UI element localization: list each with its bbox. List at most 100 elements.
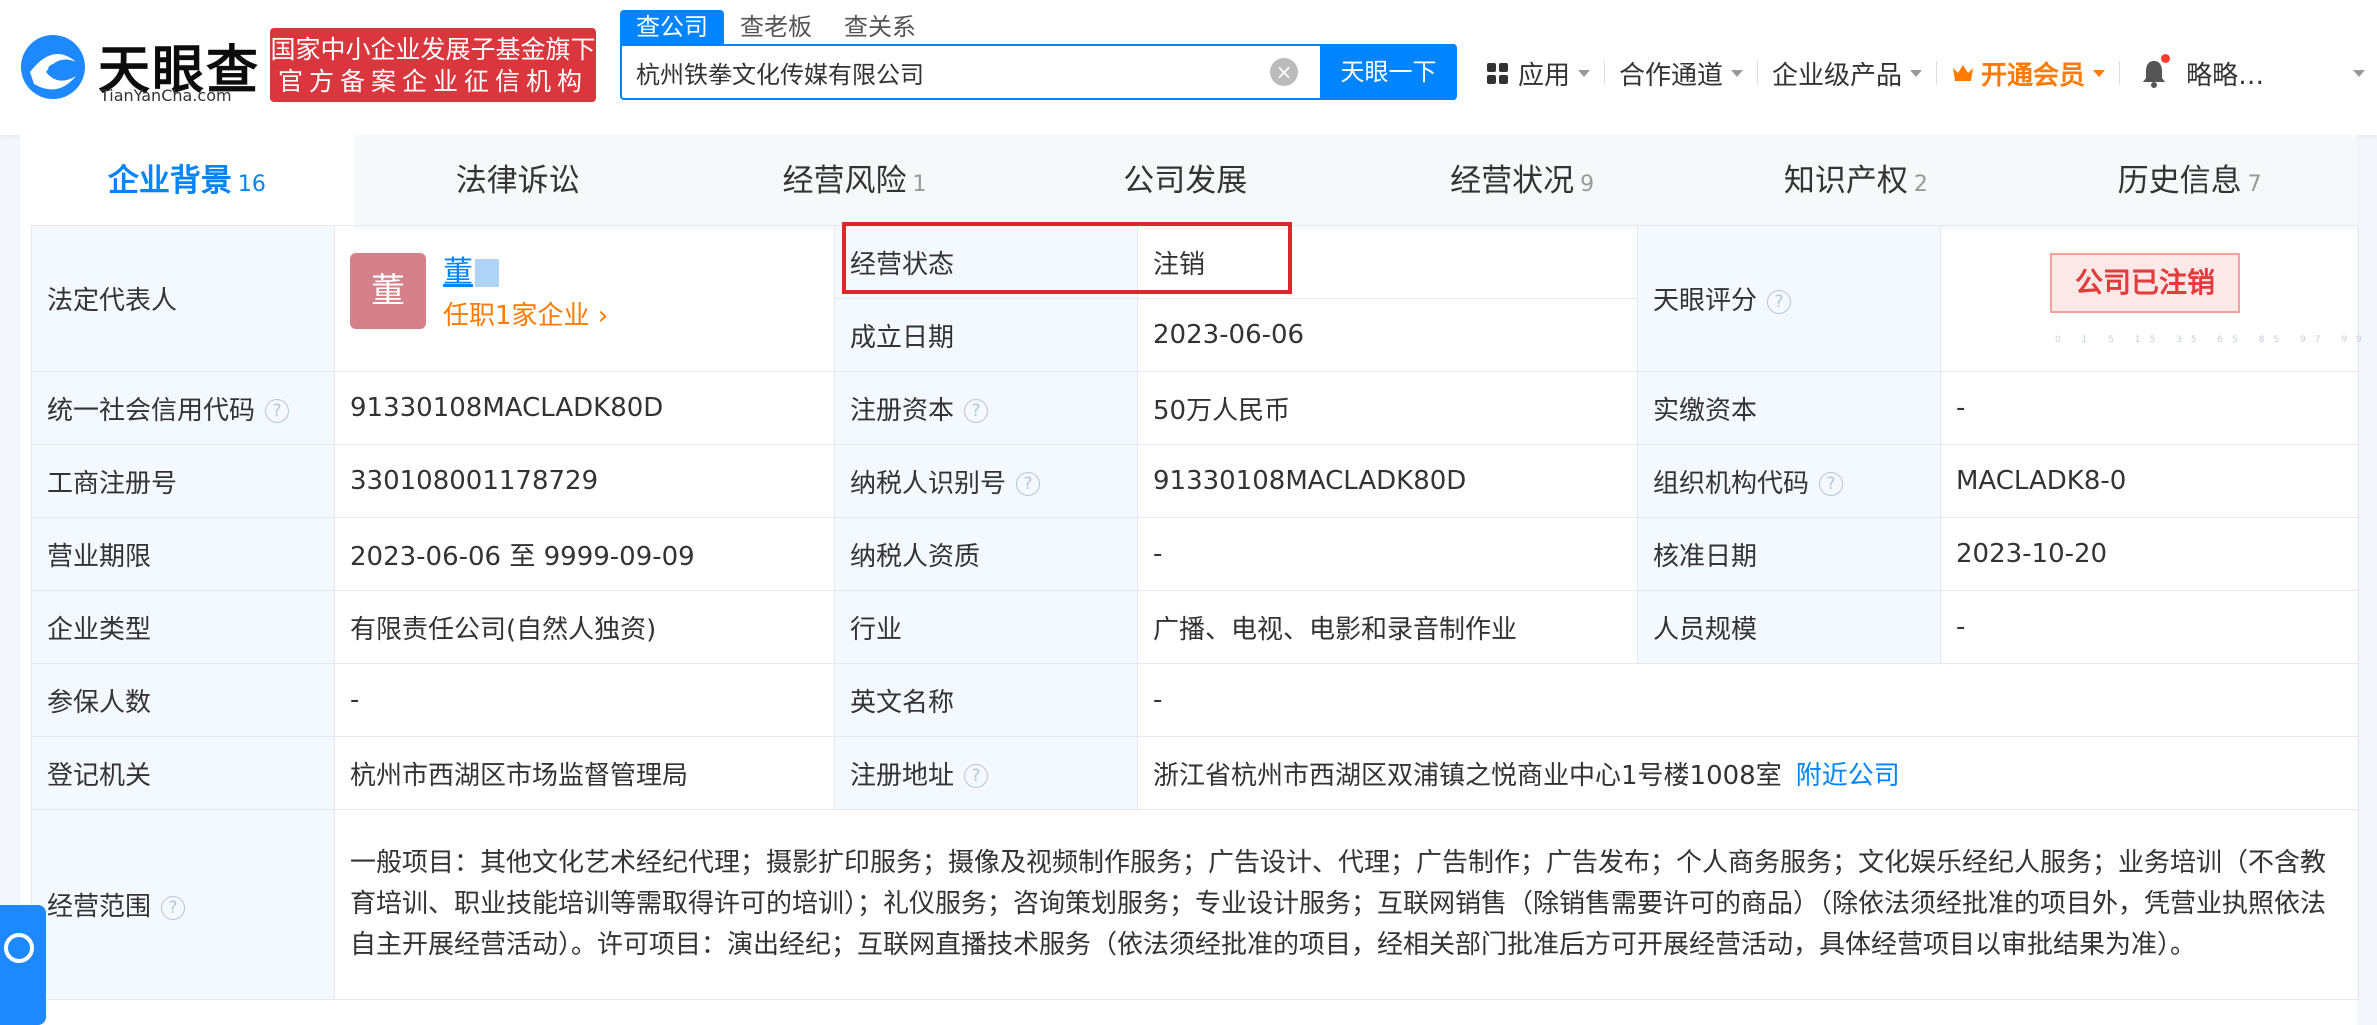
score-axis-labels: 0 1 5 15 35 65 85 97 99 100 <box>2055 335 2377 345</box>
industry-label: 行业 <box>834 590 1138 664</box>
legal-rep-cell: 董 董 任职1家企业 › <box>334 225 835 372</box>
help-icon[interactable]: ? <box>964 399 989 423</box>
nav-vip[interactable]: 开通会员 <box>1951 55 2106 92</box>
status-stamp: 公司已注销 <box>2050 253 2240 313</box>
tab-search-boss[interactable]: 查老板 <box>724 10 828 44</box>
legal-rep-job-link[interactable]: 任职1家企业 › <box>443 295 608 332</box>
section-tabs: 企业背景 16 法律诉讼 经营风险 1 公司发展 经营状况 9 知识产权 2 历史信息 7 <box>20 135 2357 229</box>
tab-risk[interactable]: 经营风险 1 <box>688 135 1022 229</box>
taxpayer-qual-value: - <box>1137 517 1638 591</box>
staff-label: 人员规模 <box>1637 590 1941 664</box>
table-row: 参保人数 - 英文名称 - <box>31 663 2359 737</box>
scope-label: 经营范围? <box>31 809 335 1000</box>
tab-count: 7 <box>2247 172 2262 197</box>
founded-label: 成立日期 <box>834 298 1138 372</box>
term-label: 营业期限 <box>31 517 335 591</box>
en-name-value: - <box>1137 663 2359 737</box>
search-button[interactable]: 天眼一下 <box>1320 44 1457 100</box>
grid-icon <box>1487 62 1508 84</box>
legal-rep-name[interactable]: 董 <box>443 247 499 291</box>
help-icon[interactable]: ? <box>161 895 186 920</box>
legal-rep-label: 法定代表人 <box>31 225 335 372</box>
address-value: 浙江省杭州市西湖区双浦镇之悦商业中心1号楼1008室 附近公司 <box>1137 736 2359 810</box>
type-value: 有限责任公司(自然人独资) <box>334 590 835 664</box>
help-icon[interactable]: ? <box>1016 472 1041 496</box>
biz-reg-label: 工商注册号 <box>31 444 335 518</box>
certification-badge: 国家中小企业发展子基金旗下 官方备案企业征信机构 <box>270 28 596 102</box>
scope-value: 一般项目：其他文化艺术经纪代理；摄影扩印服务；摄像及视频制作服务；广告设计、代理… <box>334 809 2359 1000</box>
divider <box>1757 61 1759 85</box>
taxpayer-id-value: 91330108MACLADK80D <box>1137 444 1638 518</box>
tab-search-relation[interactable]: 查关系 <box>828 10 932 44</box>
en-name-label: 英文名称 <box>834 663 1138 737</box>
tab-history[interactable]: 历史信息 7 <box>2023 135 2357 229</box>
nav-partner[interactable]: 合作通道 <box>1619 55 1744 92</box>
chevron-down-icon[interactable] <box>2353 70 2365 77</box>
logo[interactable]: 天眼查 TianYanCha.com <box>18 28 263 108</box>
help-icon[interactable]: ? <box>1819 472 1844 496</box>
tab-label: 企业背景 <box>107 163 232 199</box>
taxpayer-qual-label: 纳税人资质 <box>834 517 1138 591</box>
credit-code-value: 91330108MACLADK80D <box>334 371 835 445</box>
type-label: 企业类型 <box>31 590 335 664</box>
nav-partner-label: 合作通道 <box>1619 60 1724 91</box>
nav-apps[interactable]: 应用 <box>1487 55 1591 92</box>
taxpayer-id-label: 纳税人识别号? <box>834 444 1138 518</box>
staff-value: - <box>1940 590 2359 664</box>
chat-icon <box>4 933 34 963</box>
insured-value: - <box>334 663 835 737</box>
clear-icon[interactable]: × <box>1270 58 1298 86</box>
tab-litigation[interactable]: 法律诉讼 <box>354 135 688 229</box>
tab-label: 经营风险 <box>782 163 907 199</box>
help-icon[interactable]: ? <box>1767 289 1792 314</box>
floating-service-button[interactable] <box>0 905 46 1025</box>
table-row: 登记机关 杭州市西湖区市场监督管理局 注册地址? 浙江省杭州市西湖区双浦镇之悦商… <box>31 736 2359 810</box>
approve-label: 核准日期 <box>1637 517 1941 591</box>
avatar: 董 <box>350 252 426 329</box>
tab-background[interactable]: 企业背景 16 <box>20 135 354 229</box>
nav-vip-label: 开通会员 <box>1981 60 2086 91</box>
tab-label: 知识产权 <box>1783 163 1908 199</box>
tab-development[interactable]: 公司发展 <box>1021 135 1355 229</box>
tab-count: 1 <box>912 172 927 197</box>
tab-label: 历史信息 <box>2117 163 2242 199</box>
search-box: × 天眼一下 <box>620 44 1457 100</box>
user-menu[interactable]: 略略… <box>2186 55 2264 92</box>
biz-reg-value: 330108001178729 <box>334 444 835 518</box>
authority-value: 杭州市西湖区市场监督管理局 <box>334 736 835 810</box>
approve-value: 2023-10-20 <box>1940 517 2359 591</box>
founded-value: 2023-06-06 <box>1137 298 1638 372</box>
divider <box>2119 61 2121 85</box>
search-input[interactable] <box>622 46 1290 98</box>
chevron-down-icon <box>1731 69 1744 77</box>
reg-capital-value: 50万人民币 <box>1137 371 1638 445</box>
chevron-down-icon <box>1578 69 1591 77</box>
top-bar: 天眼查 TianYanCha.com 国家中小企业发展子基金旗下 官方备案企业征… <box>0 0 2377 135</box>
tab-label: 公司发展 <box>1123 163 1248 199</box>
industry-value: 广播、电视、电影和录音制作业 <box>1137 590 1638 664</box>
status-value: 注销 <box>1137 225 1638 299</box>
address-label: 注册地址? <box>834 736 1138 810</box>
table-row: 企业类型 有限责任公司(自然人独资) 行业 广播、电视、电影和录音制作业 人员规… <box>31 590 2359 664</box>
notification-dot <box>2161 54 2171 63</box>
help-icon[interactable]: ? <box>964 764 989 788</box>
tab-ip[interactable]: 知识产权 2 <box>1689 135 2023 229</box>
tab-search-company[interactable]: 查公司 <box>620 10 724 44</box>
business-info-table: 法定代表人 董 董 任职1家企业 › 经营状态 注销 天眼评分? 成立日期 20… <box>31 225 2359 1000</box>
paid-capital-value: - <box>1940 371 2359 445</box>
tianyancha-logo-icon <box>21 35 85 99</box>
nav-enterprise[interactable]: 企业级产品 <box>1772 55 1923 92</box>
org-code-label: 组织机构代码? <box>1637 444 1941 518</box>
bell-icon[interactable] <box>2140 54 2171 88</box>
authority-label: 登记机关 <box>31 736 335 810</box>
brand-domain: TianYanCha.com <box>100 86 232 105</box>
search-type-tabs: 查公司 查老板 查关系 <box>620 10 932 44</box>
table-row: 统一社会信用代码? 91330108MACLADK80D 注册资本? 50万人民… <box>31 371 2359 445</box>
reg-capital-label: 注册资本? <box>834 371 1138 445</box>
badge-line-1: 国家中小企业发展子基金旗下 <box>270 35 596 64</box>
tab-operation[interactable]: 经营状况 9 <box>1355 135 1689 229</box>
nearby-company-link[interactable]: 附近公司 <box>1796 761 1900 791</box>
help-icon[interactable]: ? <box>265 399 290 423</box>
tab-label: 经营状况 <box>1450 163 1575 199</box>
chevron-down-icon <box>1910 69 1923 77</box>
